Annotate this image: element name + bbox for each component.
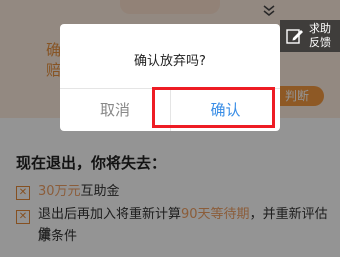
feedback-label-line2: 反馈 [309,36,331,49]
feedback-label-line1: 求助 [309,22,331,35]
edit-icon [286,27,304,45]
feedback-button[interactable]: 求助 反馈 [280,20,340,52]
feedback-label: 求助 反馈 [309,22,337,50]
page: 确 赔 判断 现在退出，你将失去： ✕ 30万元互助金 ✕ 退出后再加入将重新计… [0,0,340,257]
highlight-annotation [152,87,275,128]
dialog-message: 确认放弃吗? [134,54,206,69]
